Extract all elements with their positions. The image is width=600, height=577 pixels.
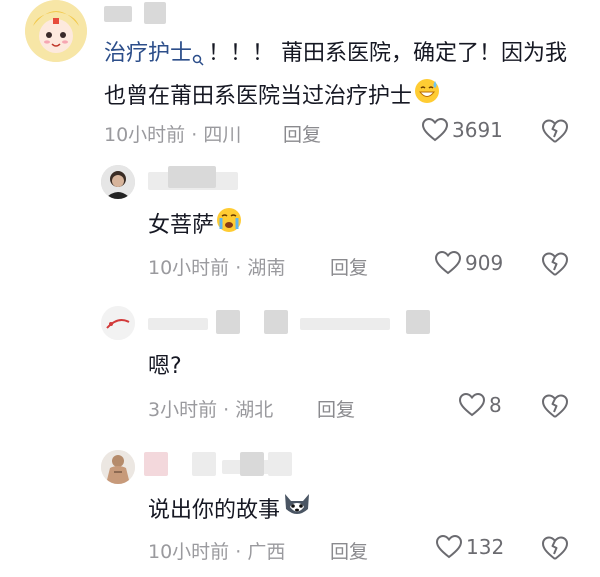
comment-body: 女菩萨	[148, 213, 215, 238]
like-count: 8	[489, 393, 502, 417]
username-redacted	[264, 310, 288, 334]
username-redacted	[268, 452, 292, 476]
comment-time: 10小时前	[104, 124, 186, 146]
broken-heart-icon	[542, 536, 568, 560]
heart-icon	[422, 118, 448, 142]
avatar[interactable]	[101, 450, 135, 484]
meta-separator: ·	[191, 124, 198, 146]
comment-location: 湖北	[235, 399, 274, 421]
meta-separator: ·	[235, 541, 242, 563]
like-button[interactable]: 8	[459, 393, 502, 417]
username-redacted	[148, 318, 208, 330]
search-icon[interactable]	[192, 42, 204, 78]
avatar-image	[101, 450, 135, 484]
like-button[interactable]: 909	[435, 251, 503, 275]
username-redacted	[300, 318, 390, 330]
like-button[interactable]: 132	[436, 535, 504, 559]
avatar-image	[101, 165, 135, 199]
crying-icon	[216, 207, 242, 245]
heart-icon	[436, 535, 462, 559]
meta-separator: ·	[223, 399, 230, 421]
username-redacted	[216, 310, 240, 334]
comment-time: 10小时前	[148, 257, 230, 279]
reply-button[interactable]: 回复	[283, 120, 321, 147]
avatar[interactable]	[25, 0, 87, 62]
heart-icon	[459, 393, 485, 417]
comment-meta: 3小时前 · 湖北	[148, 395, 273, 422]
comment-body: 说出你的故事	[148, 498, 281, 523]
avatar[interactable]	[101, 165, 135, 199]
username-redacted	[104, 6, 132, 22]
broken-heart-icon	[542, 394, 568, 418]
username-redacted	[144, 452, 168, 476]
comment-time: 10小时前	[148, 541, 230, 563]
like-button[interactable]: 3691	[422, 118, 503, 142]
username-redacted	[192, 452, 216, 476]
comment-text: 嗯?	[148, 349, 182, 385]
comment-meta: 10小时前 · 广西	[148, 537, 285, 564]
username-redacted	[168, 166, 216, 188]
comment-text: 说出你的故事	[148, 491, 312, 531]
username-redacted	[144, 2, 166, 24]
reply-button[interactable]: 回复	[330, 537, 368, 564]
avatar[interactable]	[101, 306, 135, 340]
like-count: 909	[465, 251, 504, 275]
broken-heart-icon	[542, 252, 568, 276]
heart-icon	[435, 251, 461, 275]
username-redacted	[406, 310, 430, 334]
avatar-image	[25, 0, 87, 62]
like-count: 3691	[452, 118, 503, 142]
husky-icon	[282, 491, 312, 531]
sweat-smile-icon	[414, 78, 440, 116]
like-count: 132	[466, 535, 505, 559]
comment-location: 广西	[247, 541, 286, 563]
dislike-button[interactable]	[541, 535, 569, 565]
comment-meta: 10小时前 · 湖南	[148, 253, 285, 280]
comment-time: 3小时前	[148, 399, 218, 421]
reply-button[interactable]: 回复	[317, 395, 355, 422]
comment-meta: 10小时前 · 四川	[104, 120, 241, 147]
dislike-button[interactable]	[541, 393, 569, 423]
broken-heart-icon	[542, 119, 568, 143]
comment-location: 湖南	[247, 257, 286, 279]
comment-author[interactable]: 治疗护士	[104, 41, 192, 66]
meta-separator: ·	[235, 257, 242, 279]
dislike-button[interactable]	[541, 118, 569, 148]
dislike-button[interactable]	[541, 251, 569, 281]
comment-text: 治疗护士 ！！！ 莆田系医院，确定了！因为我也曾在莆田系医院当过治疗护士	[104, 36, 574, 116]
username-redacted	[240, 452, 264, 476]
reply-button[interactable]: 回复	[330, 253, 368, 280]
avatar-image	[101, 306, 135, 340]
comment-location: 四川	[203, 124, 242, 146]
comment-body: 嗯?	[148, 354, 182, 379]
comment-text: 女菩萨	[148, 207, 242, 245]
